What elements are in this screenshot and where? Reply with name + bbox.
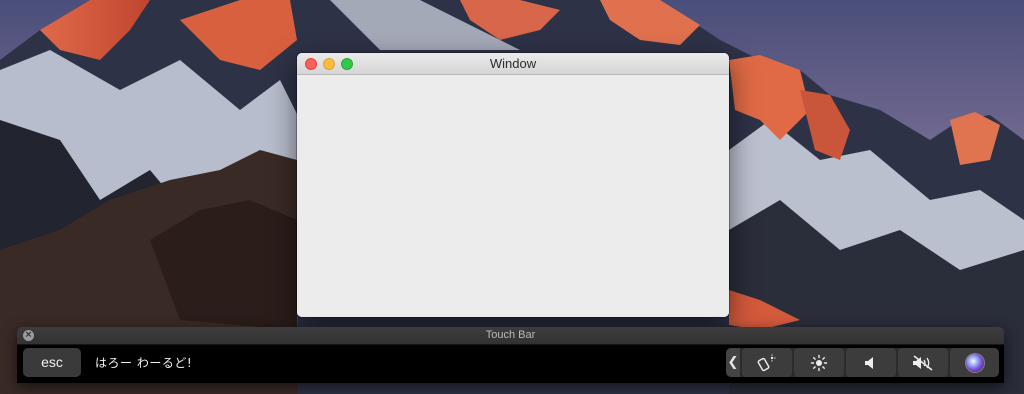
brightness-shortcut-button[interactable]: [742, 348, 792, 377]
mute-icon: [913, 354, 933, 371]
brightness-icon: [810, 354, 828, 371]
touch-bar-text: はろー わーるど!: [95, 356, 193, 370]
volume-icon: [865, 356, 873, 369]
brightness-shortcut-icon: [757, 354, 776, 371]
window-titlebar[interactable]: Window: [297, 53, 729, 75]
touch-bar-title: Touch Bar: [485, 329, 536, 341]
window-title: Window: [489, 56, 537, 71]
window-content-area: [297, 75, 729, 317]
touch-bar-titlebar[interactable]: × Touch Bar: [17, 327, 1004, 345]
control-strip: ❮: [726, 348, 999, 377]
collapse-control-strip-button[interactable]: ❮: [726, 348, 740, 377]
volume-button[interactable]: [846, 348, 896, 377]
chevron-left-icon: ❮: [727, 355, 739, 370]
siri-button[interactable]: [950, 348, 999, 377]
touch-bar-strip: esc はろー わーるど! ❮: [17, 345, 1004, 383]
mute-button[interactable]: [898, 348, 948, 377]
esc-button[interactable]: esc: [23, 348, 81, 377]
touch-bar-panel: × Touch Bar esc はろー わーるど! ❮: [17, 327, 1004, 383]
siri-icon: [965, 353, 984, 372]
brightness-button[interactable]: [794, 348, 844, 377]
app-window: Window: [297, 53, 729, 317]
